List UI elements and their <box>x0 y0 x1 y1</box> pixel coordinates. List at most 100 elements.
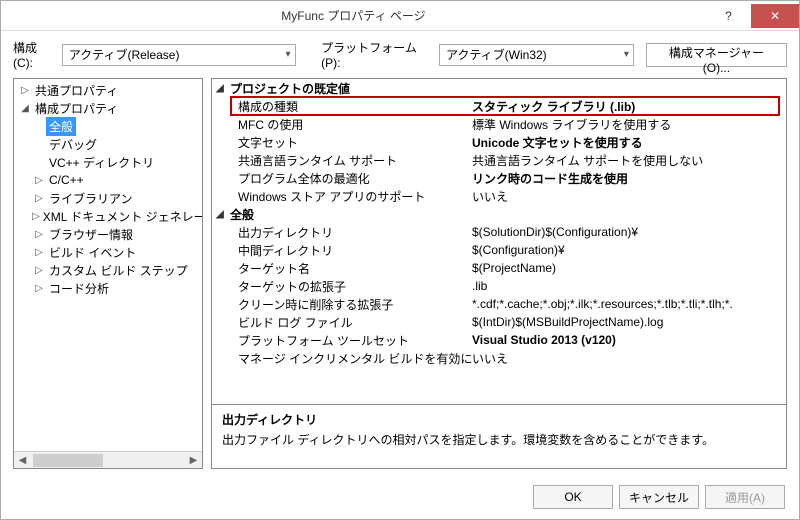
property-row[interactable]: Windows ストア アプリのサポートいいえ <box>212 187 786 205</box>
property-value[interactable]: スタティック ライブラリ (.lib) <box>472 98 786 115</box>
body: ▷共通プロパティ◢構成プロパティ全般デバッグVC++ ディレクトリ▷C/C++▷… <box>1 78 799 477</box>
property-value[interactable]: $(ProjectName) <box>472 261 786 275</box>
property-row[interactable]: マネージ インクリメンタル ビルドを有効にするいいえ <box>212 349 786 367</box>
property-row[interactable]: MFC の使用標準 Windows ライブラリを使用する <box>212 115 786 133</box>
property-value[interactable]: *.cdf;*.cache;*.obj;*.ilk;*.resources;*.… <box>472 297 786 311</box>
property-grid[interactable]: ◢プロジェクトの既定値構成の種類スタティック ライブラリ (.lib)MFC の… <box>212 79 786 404</box>
property-name: マネージ インクリメンタル ビルドを有効にする <box>212 350 472 367</box>
tree-item[interactable]: ▷ライブラリアン <box>14 189 202 207</box>
property-group-header[interactable]: ◢プロジェクトの既定値 <box>212 79 786 97</box>
property-row[interactable]: プログラム全体の最適化リンク時のコード生成を使用 <box>212 169 786 187</box>
tree-item-label: ビルド イベント <box>46 243 139 262</box>
property-row[interactable]: 共通言語ランタイム サポート共通言語ランタイム サポートを使用しない <box>212 151 786 169</box>
tree-item[interactable]: ◢構成プロパティ <box>14 99 202 117</box>
scroll-left-icon[interactable]: ◀ <box>14 455 31 466</box>
property-row[interactable]: 出力ディレクトリ$(SolutionDir)$(Configuration)¥ <box>212 223 786 241</box>
cancel-button[interactable]: キャンセル <box>619 485 699 509</box>
tree-expander-icon[interactable]: ▷ <box>32 211 40 222</box>
scroll-right-icon[interactable]: ▶ <box>185 455 202 466</box>
collapse-icon: ◢ <box>216 209 230 220</box>
window-title: MyFunc プロパティ ページ <box>1 7 706 24</box>
property-name: 文字セット <box>212 134 472 151</box>
platform-value: アクティブ(Win32) <box>446 46 547 63</box>
property-row[interactable]: プラットフォーム ツールセットVisual Studio 2013 (v120) <box>212 331 786 349</box>
tree-item-label: 全般 <box>46 117 76 136</box>
tree-item[interactable]: ▷XML ドキュメント ジェネレーター <box>14 207 202 225</box>
property-name: ターゲット名 <box>212 260 472 277</box>
property-value[interactable]: 共通言語ランタイム サポートを使用しない <box>472 152 786 169</box>
config-bar: 構成(C): アクティブ(Release) ▾ プラットフォーム(P): アクテ… <box>1 31 799 78</box>
tree-item[interactable]: ▷カスタム ビルド ステップ <box>14 261 202 279</box>
property-value[interactable]: いいえ <box>472 350 786 367</box>
property-name: ビルド ログ ファイル <box>212 314 472 331</box>
tree-expander-icon[interactable]: ▷ <box>32 229 46 240</box>
tree-item[interactable]: ▷ブラウザー情報 <box>14 225 202 243</box>
property-value[interactable]: $(SolutionDir)$(Configuration)¥ <box>472 225 786 239</box>
property-group-header[interactable]: ◢全般 <box>212 205 786 223</box>
tree-item[interactable]: ▷C/C++ <box>14 171 202 189</box>
tree-item-label: コード分析 <box>46 279 112 298</box>
tree-item-label: VC++ ディレクトリ <box>46 153 157 172</box>
tree-item[interactable]: ▷共通プロパティ <box>14 81 202 99</box>
property-row[interactable]: ビルド ログ ファイル$(IntDir)$(MSBuildProjectName… <box>212 313 786 331</box>
tree-horizontal-scrollbar[interactable]: ◀ ▶ <box>14 451 202 468</box>
property-value[interactable]: Visual Studio 2013 (v120) <box>472 333 786 347</box>
tree-expander-icon[interactable]: ▷ <box>32 283 46 294</box>
ok-button[interactable]: OK <box>533 485 613 509</box>
property-value[interactable]: リンク時のコード生成を使用 <box>472 170 786 187</box>
property-name: プログラム全体の最適化 <box>212 170 472 187</box>
tree-expander-icon[interactable]: ▷ <box>32 247 46 258</box>
property-name: 構成の種類 <box>212 98 472 115</box>
help-button[interactable]: ? <box>706 4 751 28</box>
tree[interactable]: ▷共通プロパティ◢構成プロパティ全般デバッグVC++ ディレクトリ▷C/C++▷… <box>14 79 202 451</box>
property-value[interactable]: $(IntDir)$(MSBuildProjectName).log <box>472 315 786 329</box>
window-buttons: ? ✕ <box>706 4 799 28</box>
property-value[interactable]: .lib <box>472 279 786 293</box>
property-row[interactable]: 中間ディレクトリ$(Configuration)¥ <box>212 241 786 259</box>
tree-expander-icon[interactable]: ▷ <box>32 265 46 276</box>
configuration-dropdown[interactable]: アクティブ(Release) ▾ <box>62 44 296 66</box>
tree-item-label: カスタム ビルド ステップ <box>46 261 191 280</box>
property-group-label: プロジェクトの既定値 <box>230 80 350 97</box>
platform-dropdown[interactable]: アクティブ(Win32) ▾ <box>439 44 634 66</box>
tree-expander-icon[interactable]: ▷ <box>32 175 46 186</box>
tree-item[interactable]: VC++ ディレクトリ <box>14 153 202 171</box>
property-value[interactable]: Unicode 文字セットを使用する <box>472 134 786 151</box>
apply-button[interactable]: 適用(A) <box>705 485 785 509</box>
property-row[interactable]: ターゲット名$(ProjectName) <box>212 259 786 277</box>
property-grid-panel: ◢プロジェクトの既定値構成の種類スタティック ライブラリ (.lib)MFC の… <box>211 78 787 469</box>
tree-panel: ▷共通プロパティ◢構成プロパティ全般デバッグVC++ ディレクトリ▷C/C++▷… <box>13 78 203 469</box>
tree-item[interactable]: ▷コード分析 <box>14 279 202 297</box>
property-row[interactable]: 構成の種類スタティック ライブラリ (.lib) <box>212 97 786 115</box>
tree-expander-icon[interactable]: ▷ <box>18 85 32 96</box>
tree-item-label: デバッグ <box>46 135 100 154</box>
property-row[interactable]: ターゲットの拡張子.lib <box>212 277 786 295</box>
description-title: 出力ディレクトリ <box>222 411 776 428</box>
tree-expander-icon[interactable]: ◢ <box>18 103 32 114</box>
titlebar: MyFunc プロパティ ページ ? ✕ <box>1 1 799 31</box>
close-button[interactable]: ✕ <box>751 4 799 28</box>
property-value[interactable]: 標準 Windows ライブラリを使用する <box>472 116 786 133</box>
description-pane: 出力ディレクトリ 出力ファイル ディレクトリへの相対パスを指定します。環境変数を… <box>212 404 786 468</box>
property-name: ターゲットの拡張子 <box>212 278 472 295</box>
property-row[interactable]: クリーン時に削除する拡張子*.cdf;*.cache;*.obj;*.ilk;*… <box>212 295 786 313</box>
configuration-manager-button[interactable]: 構成マネージャー(O)... <box>646 43 787 67</box>
tree-item-selected[interactable]: 全般 <box>14 117 202 135</box>
tree-item-label: 構成プロパティ <box>32 99 121 118</box>
property-name: Windows ストア アプリのサポート <box>212 188 472 205</box>
property-pages-window: MyFunc プロパティ ページ ? ✕ 構成(C): アクティブ(Releas… <box>0 0 800 520</box>
tree-item-label: ブラウザー情報 <box>46 225 136 244</box>
tree-item[interactable]: デバッグ <box>14 135 202 153</box>
tree-expander-icon[interactable]: ▷ <box>32 193 46 204</box>
tree-item-label: XML ドキュメント ジェネレーター <box>40 207 202 226</box>
property-value[interactable]: いいえ <box>472 188 786 205</box>
property-value[interactable]: $(Configuration)¥ <box>472 243 786 257</box>
configuration-value: アクティブ(Release) <box>69 46 180 63</box>
chevron-down-icon: ▾ <box>286 49 291 60</box>
scrollbar-thumb[interactable] <box>33 454 103 467</box>
dialog-buttons: OK キャンセル 適用(A) <box>1 477 799 519</box>
property-name: 出力ディレクトリ <box>212 224 472 241</box>
tree-item[interactable]: ▷ビルド イベント <box>14 243 202 261</box>
property-row[interactable]: 文字セットUnicode 文字セットを使用する <box>212 133 786 151</box>
property-name: プラットフォーム ツールセット <box>212 332 472 349</box>
